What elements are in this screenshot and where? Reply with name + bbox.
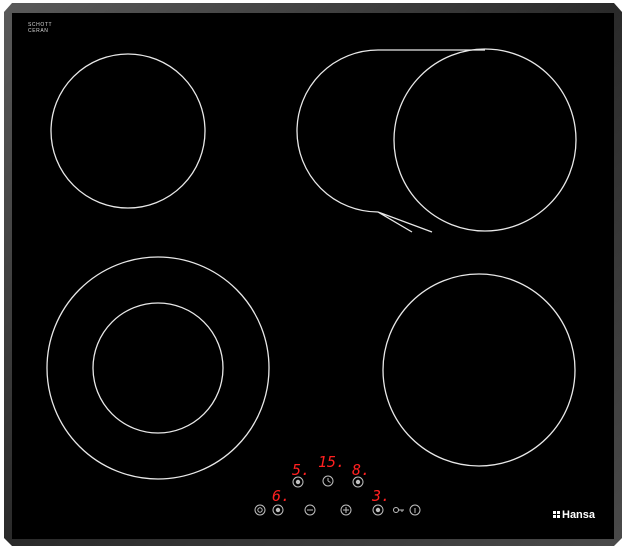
timer-display: 15. [318,453,346,471]
glass-surface [12,13,614,539]
front-right-power-display: 3. [372,487,391,505]
manufacturer-mark-line-2: CERAN [28,28,49,34]
brand-logo: Hansa [553,509,595,521]
brand-logo-text: Hansa [562,509,596,521]
front-left-power-display: 6. [272,487,291,505]
brand-logo-icon [553,511,560,518]
rear-left-power-display: 5. [292,461,311,479]
manufacturer-mark: SCHOTT CERAN [28,22,52,34]
cooktop [4,3,622,546]
rear-right-power-display: 8. [352,461,371,479]
